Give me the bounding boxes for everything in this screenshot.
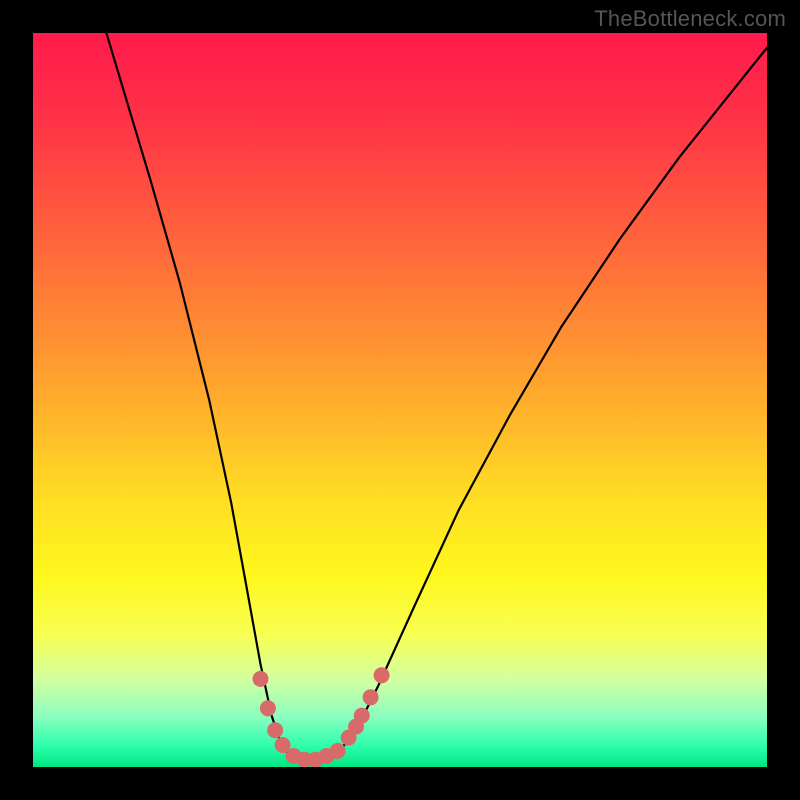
watermark-text: TheBottleneck.com <box>594 6 786 32</box>
plot-area <box>33 33 767 767</box>
trough-marker <box>330 743 346 759</box>
trough-marker <box>363 689 379 705</box>
trough-marker <box>354 708 370 724</box>
curve-path <box>106 33 767 760</box>
trough-marker <box>374 667 390 683</box>
trough-marker <box>253 671 269 687</box>
frame: TheBottleneck.com <box>0 0 800 800</box>
trough-marker <box>267 722 283 738</box>
trough-marker <box>260 700 276 716</box>
chart-svg <box>33 33 767 767</box>
